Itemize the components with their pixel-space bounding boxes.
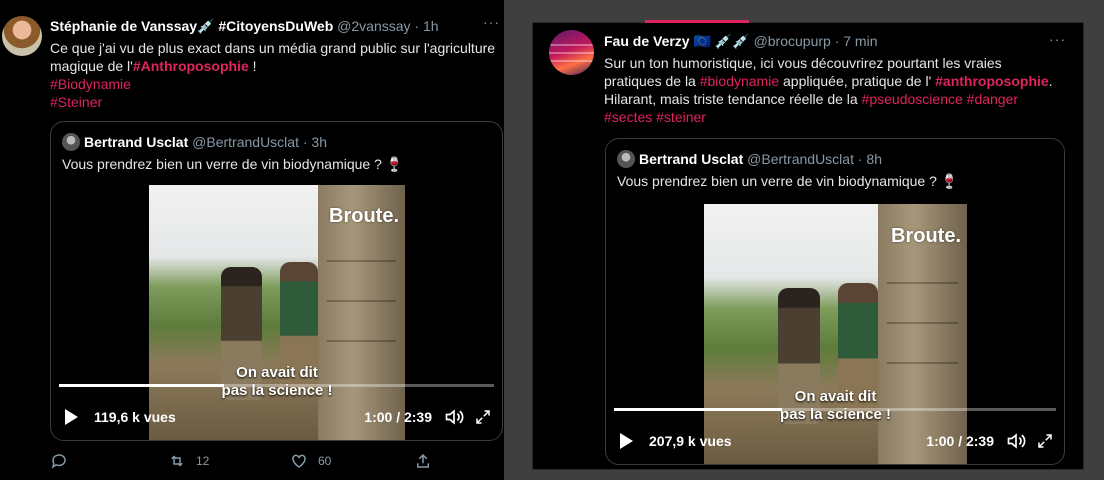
video-control-row: 207,9 k vues 1:00 / 2:39 — [616, 428, 1054, 454]
reply-icon — [51, 454, 66, 469]
video-control-row: 119,6 k vues 1:00 / 2:39 — [61, 404, 492, 430]
quoted-tweet-text: Vous prendrez bien un verre de vin biody… — [62, 156, 403, 173]
quoted-author-name[interactable]: Bertrand Usclat — [84, 134, 188, 150]
quoted-author-avatar — [62, 133, 80, 151]
play-icon[interactable] — [65, 409, 78, 425]
video-brand-logo: Broute. — [891, 224, 961, 247]
hashtag-link[interactable]: #biodynamie — [700, 73, 779, 89]
fullscreen-icon[interactable] — [474, 408, 492, 426]
view-count: 119,6 k vues — [94, 409, 176, 425]
hashtag-link[interactable]: #steiner — [656, 109, 706, 125]
author-avatar[interactable] — [2, 16, 42, 56]
author-name-suffix: 🇪🇺 💉💉 — [693, 33, 750, 49]
hashtag-link[interactable]: #danger — [967, 91, 1018, 107]
hashtag-link[interactable]: #Steiner — [50, 93, 102, 111]
retweet-count: 12 — [196, 454, 210, 468]
video-controls: 119,6 k vues 1:00 / 2:39 — [51, 376, 502, 440]
author-name-suffix: 💉 #CitoyensDuWeb — [197, 18, 334, 34]
share-icon — [417, 453, 429, 468]
tweet-header: Stéphanie de Vanssay💉 #CitoyensDuWeb @2v… — [50, 18, 439, 35]
quoted-author-handle-time: @BertrandUsclat · 8h — [747, 151, 882, 167]
author-name[interactable]: Stéphanie de Vanssay — [50, 18, 197, 34]
author-handle-time[interactable]: @2vanssay · 1h — [337, 18, 438, 34]
video-progress-fill — [614, 408, 782, 411]
like-button[interactable]: 60 — [290, 452, 331, 470]
video-time: 1:00 / 2:39 — [364, 409, 432, 425]
tweet-text-segment: appliquée, pratique de l' — [779, 73, 936, 89]
video-time: 1:00 / 2:39 — [926, 433, 994, 449]
wine-glass-icon: 🍷 — [940, 173, 959, 189]
like-count: 60 — [318, 454, 332, 468]
quoted-author-avatar — [617, 150, 635, 168]
hashtag-link[interactable]: #Anthroposophie — [133, 58, 249, 74]
volume-icon[interactable] — [444, 407, 464, 427]
play-icon[interactable] — [620, 433, 633, 449]
tweet-text-line2: pratiques de la #biodynamie appliquée, p… — [604, 72, 1053, 90]
author-name[interactable]: Fau de Verzy — [604, 33, 690, 49]
quoted-author-handle-time: @BertrandUsclat · 3h — [192, 134, 327, 150]
avatar-stripe — [549, 44, 594, 46]
volume-icon[interactable] — [1006, 431, 1026, 451]
video-controls: 207,9 k vues 1:00 / 2:39 — [606, 400, 1064, 464]
quoted-tweet[interactable]: Bertrand Usclat @BertrandUsclat · 8h Vou… — [605, 138, 1065, 465]
quoted-tweet-text: Vous prendrez bien un verre de vin biody… — [617, 173, 958, 190]
tweet-text-line1: Sur un ton humoristique, ici vous découv… — [604, 55, 1002, 71]
tweet-text-line4: #sectes #steiner — [604, 108, 706, 126]
video-progress-fill — [59, 384, 225, 387]
author-avatar[interactable] — [549, 30, 594, 75]
tweet-text-segment: pratiques de la — [604, 73, 700, 89]
quoted-tweet[interactable]: Bertrand Usclat @BertrandUsclat · 3h Vou… — [50, 121, 503, 441]
tweet-text-segment: Hilarant, mais triste tendance réelle de… — [604, 91, 862, 107]
quoted-text-body: Vous prendrez bien un verre de vin biody… — [617, 173, 937, 189]
video-brand-logo: Broute. — [329, 205, 399, 228]
hashtag-link[interactable]: #pseudoscience — [862, 91, 963, 107]
tweet-text-line2: magique de l'#Anthroposophie ! — [50, 57, 257, 75]
wine-glass-icon: 🍷 — [385, 156, 404, 172]
tweet-text-segment: . — [1048, 73, 1053, 89]
active-tab-indicator — [645, 20, 749, 23]
fullscreen-icon[interactable] — [1036, 432, 1054, 450]
quoted-tweet-header: Bertrand Usclat @BertrandUsclat · 8h — [639, 151, 882, 167]
video-progress-bar[interactable] — [59, 384, 494, 387]
quoted-text-body: Vous prendrez bien un verre de vin biody… — [62, 156, 382, 172]
tweet-header: Fau de Verzy 🇪🇺 💉💉 @brocupurp · 7 min — [604, 33, 878, 50]
heart-icon — [292, 454, 306, 468]
quoted-author-name[interactable]: Bertrand Usclat — [639, 151, 743, 167]
quoted-tweet-header: Bertrand Usclat @BertrandUsclat · 3h — [84, 134, 327, 150]
hashtag-link[interactable]: #anthroposophie — [935, 73, 1049, 89]
tweet-text-line3: Hilarant, mais triste tendance réelle de… — [604, 90, 1018, 108]
tweet-text-segment: ! — [248, 58, 257, 74]
tweet-text-segment: magique de l' — [50, 58, 133, 74]
hashtag-link[interactable]: #sectes — [604, 109, 652, 125]
retweet-icon — [171, 455, 183, 467]
author-handle-time[interactable]: @brocupurp · 7 min — [754, 33, 878, 49]
more-options-icon[interactable]: ··· — [483, 14, 500, 30]
avatar-stripe — [549, 60, 594, 62]
tweet-text-line1: Ce que j'ai vu de plus exact dans un méd… — [50, 40, 496, 56]
hashtag-link[interactable]: #Biodynamie — [50, 75, 131, 93]
view-count: 207,9 k vues — [649, 433, 732, 449]
video-progress-bar[interactable] — [614, 408, 1056, 411]
avatar-stripe — [549, 52, 594, 54]
more-options-icon[interactable]: ··· — [1049, 31, 1066, 47]
reply-button[interactable] — [50, 452, 78, 470]
share-button[interactable] — [414, 452, 442, 470]
window-gap — [504, 0, 530, 480]
tweet-actions: 12 60 — [50, 449, 450, 473]
retweet-button[interactable]: 12 — [168, 452, 209, 470]
